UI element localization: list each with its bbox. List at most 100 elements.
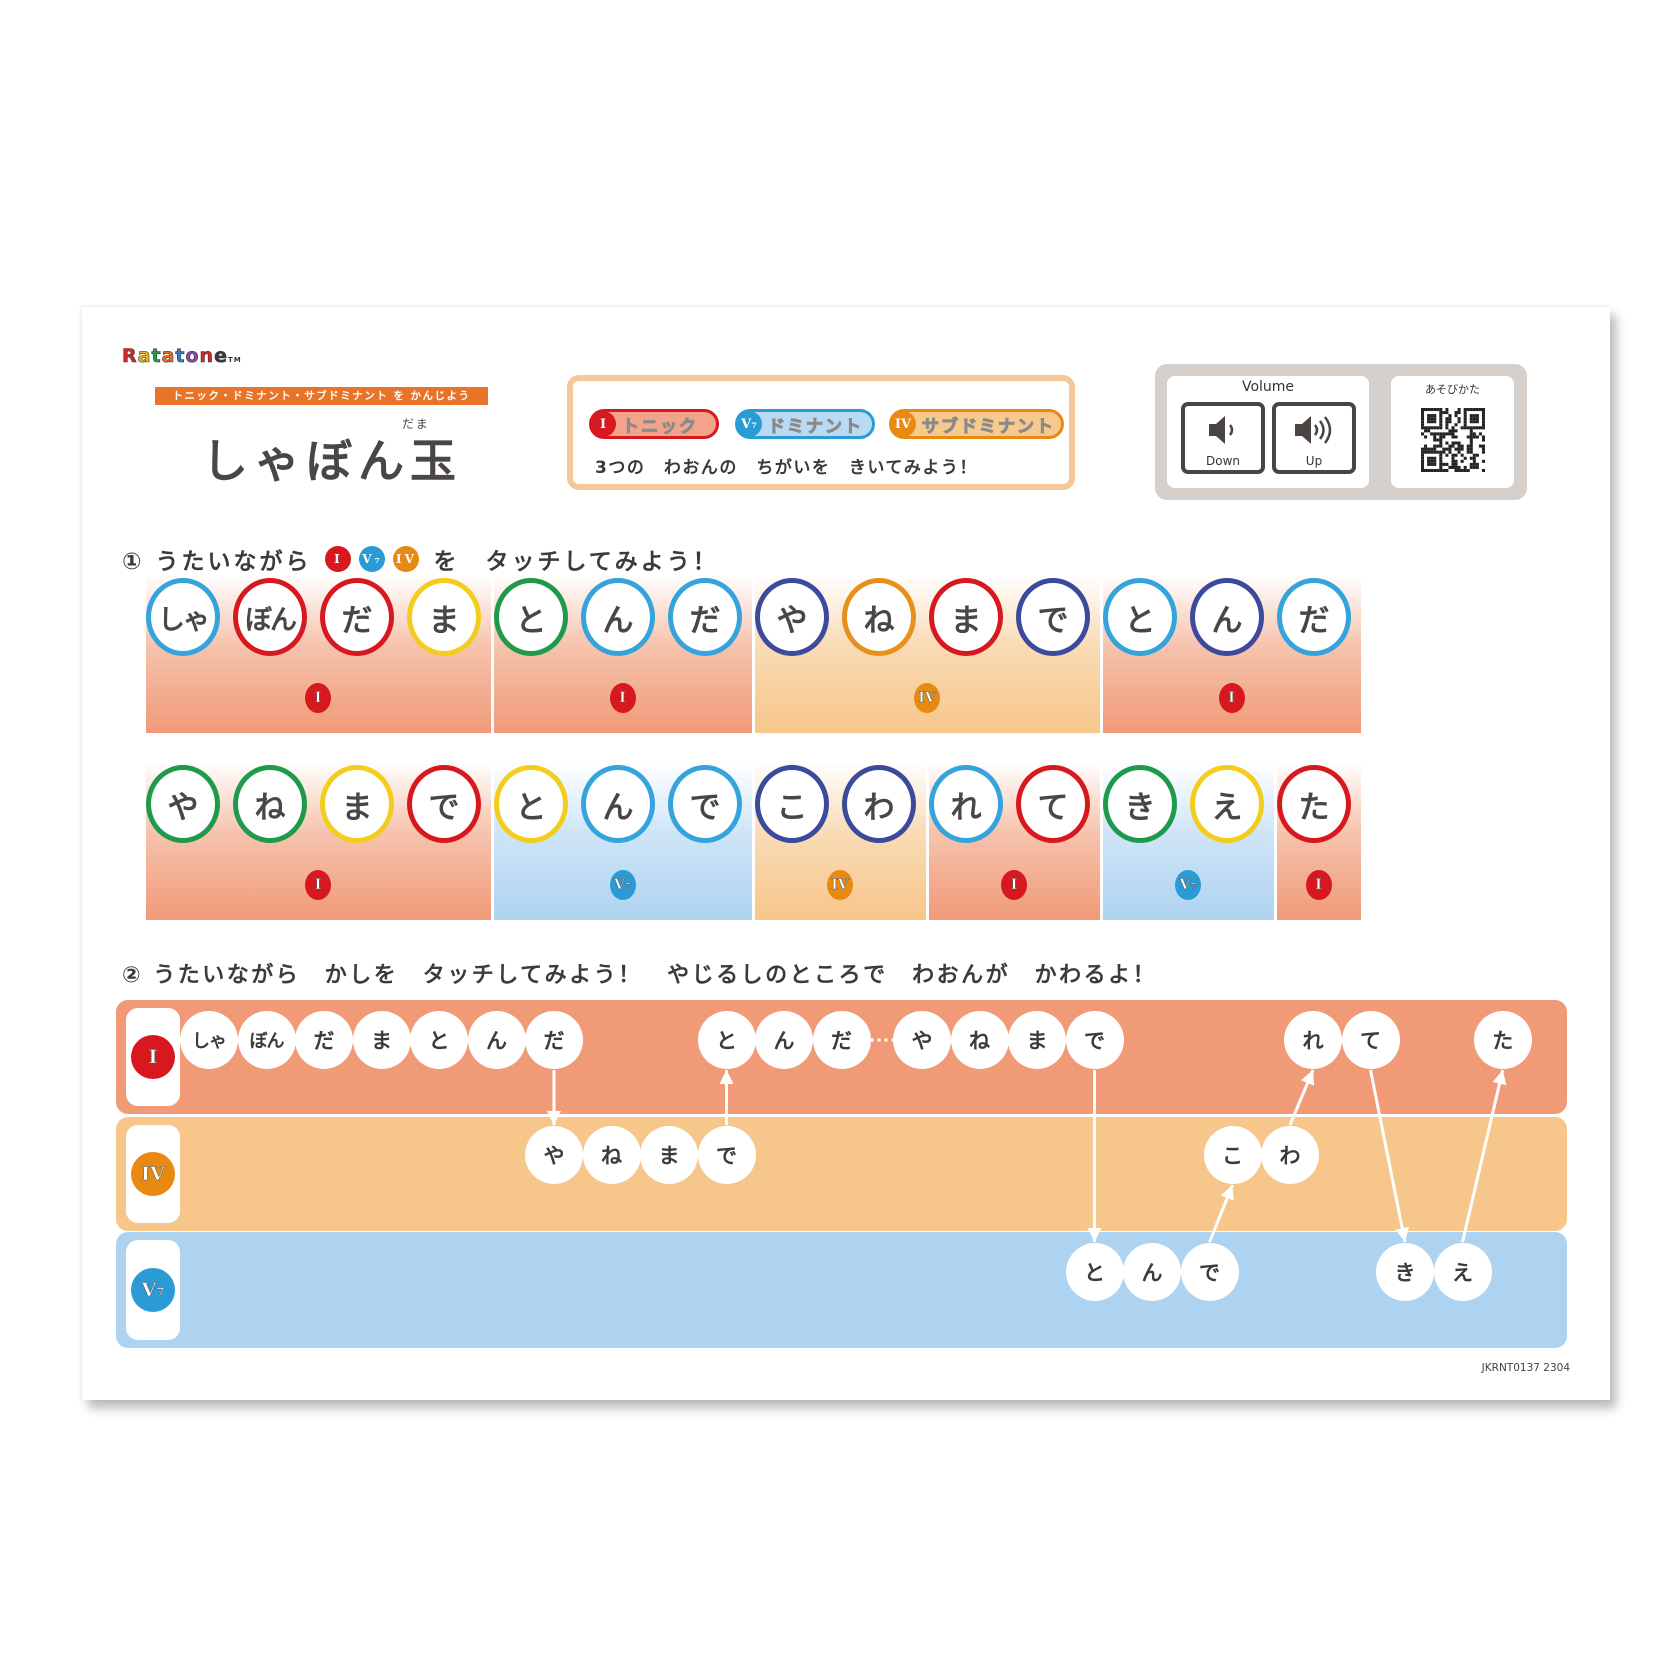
howto-title: あそびかた [1425, 383, 1480, 396]
chord-badge-i[interactable]: I [609, 683, 636, 713]
trademark: TM [227, 356, 242, 364]
syllable-ring[interactable]: だ [1277, 578, 1351, 656]
chord-chip-iv: IV [393, 546, 420, 572]
syllable-ring[interactable]: と [1103, 578, 1177, 656]
volume-panel: Volume Down Up [1167, 376, 1369, 488]
chord-segment[interactable]: やねまで I [146, 762, 491, 920]
lyric-dot[interactable]: ま [352, 1011, 411, 1069]
syllable-ring[interactable]: と [494, 765, 568, 843]
syllable-ring[interactable]: ん [581, 765, 655, 843]
syllable-ring[interactable]: こ [755, 765, 829, 843]
lyric-dot[interactable]: だ [525, 1011, 583, 1069]
chord-badge-i[interactable]: I [305, 683, 331, 713]
lyric-dot[interactable]: ま [1008, 1011, 1066, 1069]
lyric-dot[interactable]: ん [755, 1011, 813, 1069]
chord-badge-i[interactable]: I [1001, 870, 1027, 900]
chord-badge-iv[interactable]: IV [914, 683, 940, 713]
qr-code-icon[interactable] [1421, 408, 1485, 472]
chord-segment[interactable]: しゃ ぼんだま I [146, 575, 491, 733]
chord-badge-iv[interactable]: IV [827, 870, 853, 900]
syllable-ring[interactable]: え [1190, 765, 1264, 843]
lyric-dot[interactable]: と [697, 1011, 756, 1069]
lyric-dot[interactable]: て [1341, 1011, 1400, 1069]
syllable-ring[interactable]: た [1277, 765, 1351, 843]
lyric-dot[interactable]: え [1433, 1243, 1492, 1301]
syllable-ring[interactable]: で [1016, 578, 1090, 656]
volume-up-button[interactable]: Up [1272, 402, 1356, 474]
lyric-dot[interactable]: ね [950, 1011, 1009, 1069]
lyric-dot[interactable]: しゃ [180, 1011, 238, 1069]
chord-segment[interactable]: こわ IV [755, 762, 926, 920]
chord-segment[interactable]: れてI [929, 762, 1100, 920]
lyric-dot[interactable]: ぼん [237, 1011, 296, 1069]
volume-down-button[interactable]: Down [1181, 402, 1265, 474]
chord-badge-v7: V₇ [131, 1268, 175, 1312]
band-label: IV [126, 1125, 180, 1223]
chord-badge-v7[interactable]: V₇ [609, 870, 636, 900]
syllable-ring[interactable]: だ [668, 578, 742, 656]
chord-segment[interactable]: とんで V₇ [494, 762, 752, 920]
chord-segment[interactable]: とんだ I [1103, 575, 1361, 733]
control-panel: Volume Down Up あそびかた [1155, 364, 1527, 500]
lyric-dot[interactable]: で [1065, 1011, 1124, 1069]
lyric-dot[interactable]: で [1180, 1243, 1239, 1301]
lyric-dot[interactable]: だ [812, 1011, 871, 1069]
chord-segment[interactable]: とんだ I [494, 575, 752, 733]
speaker-low-icon [1209, 416, 1234, 444]
chord-chip-i: I [325, 546, 352, 572]
chord-badge-v7: V₇ [736, 411, 762, 437]
syllable-ring[interactable]: や [146, 765, 220, 843]
chord-badge-i: I [590, 411, 616, 437]
syllable-ring[interactable]: ま [407, 578, 481, 656]
lyric-dot[interactable]: た [1473, 1011, 1532, 1069]
worksheet-card: RatatoneTM トニック・ドミナント・サブドミナント を かんじよう だま… [82, 307, 1610, 1400]
chord-badge-i[interactable]: I [1305, 870, 1332, 900]
band-label: V₇ [126, 1240, 180, 1340]
lyric-dot[interactable]: こ [1203, 1126, 1262, 1184]
syllable-ring[interactable]: や [755, 578, 829, 656]
lyric-dot[interactable]: や [893, 1011, 951, 1069]
chord-segment[interactable]: やねまで IV [755, 575, 1100, 733]
syllable-ring[interactable]: ぼん [233, 578, 307, 656]
lyric-dot[interactable]: だ [295, 1011, 353, 1069]
chord-badge-v7[interactable]: V₇ [1175, 870, 1201, 900]
lyric-dot[interactable]: と [1065, 1243, 1124, 1301]
lyric-dot[interactable]: や [525, 1126, 583, 1184]
speaker-high-icon [1295, 416, 1332, 444]
chord-badge-i[interactable]: I [1218, 683, 1245, 713]
syllable-ring[interactable]: だ [320, 578, 394, 656]
syllable-ring[interactable]: ま [320, 765, 394, 843]
syllable-ring[interactable]: れ [929, 765, 1003, 843]
logo-letter: R [122, 345, 138, 368]
syllable-ring[interactable]: と [494, 578, 568, 656]
logo-letter: a [161, 345, 176, 368]
volume-title: Volume [1241, 379, 1295, 395]
lyric-dot[interactable]: ま [640, 1126, 698, 1184]
syllable-ring[interactable]: しゃ [146, 578, 220, 656]
syllable-ring[interactable]: ん [1190, 578, 1264, 656]
lyric-dot[interactable]: ん [1123, 1243, 1181, 1301]
lyric-dot[interactable]: れ [1284, 1011, 1342, 1069]
chord-badge-i[interactable]: I [305, 870, 331, 900]
lyric-dot[interactable]: き [1376, 1243, 1434, 1301]
lyric-dot[interactable]: ね [582, 1126, 641, 1184]
howto-panel: あそびかた [1391, 376, 1514, 488]
syllable-ring[interactable]: で [407, 765, 481, 843]
lyric-dot[interactable]: で [697, 1126, 756, 1184]
lyric-dot[interactable]: わ [1261, 1126, 1319, 1184]
lyric-dot[interactable]: と [410, 1011, 468, 1069]
syllable-ring[interactable]: わ [842, 765, 916, 843]
syllable-ring[interactable]: で [668, 765, 742, 843]
syllable-ring[interactable]: ね [233, 765, 307, 843]
legend-note: 3つの わおんの ちがいを きいてみよう！ [595, 458, 978, 478]
band-label: I [126, 1008, 180, 1106]
chord-segment[interactable]: たI [1277, 762, 1361, 920]
logo-letter: e [214, 345, 228, 368]
syllable-ring[interactable]: ま [929, 578, 1003, 656]
syllable-ring[interactable]: き [1103, 765, 1177, 843]
lyric-dot[interactable]: ん [467, 1011, 526, 1069]
syllable-ring[interactable]: て [1016, 765, 1090, 843]
chord-segment[interactable]: きえ V₇ [1103, 762, 1274, 920]
syllable-ring[interactable]: ん [581, 578, 655, 656]
syllable-ring[interactable]: ね [842, 578, 916, 656]
